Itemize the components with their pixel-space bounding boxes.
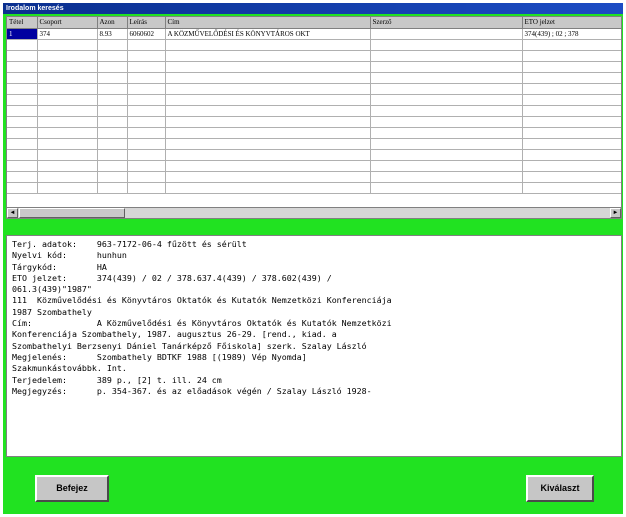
- table-cell[interactable]: 374: [37, 28, 98, 40]
- scroll-right-icon[interactable]: ►: [610, 208, 621, 218]
- table-header-row: Tétel Csoport Azon Leírás Cím Szerző ETO…: [7, 17, 621, 29]
- table-row[interactable]: [7, 72, 621, 84]
- select-button[interactable]: Kiválaszt: [526, 475, 594, 502]
- table-cell[interactable]: A KÖZMŰVELŐDÉSI ÉS KÖNYVTÁROS OKT: [165, 28, 371, 40]
- table-row[interactable]: 1 374 8.93 6060602 A KÖZMŰVELŐDÉSI ÉS KÖ…: [7, 28, 621, 40]
- col-header-eto[interactable]: ETO jelzet: [522, 17, 621, 29]
- table-row[interactable]: [7, 116, 621, 128]
- col-header-cim[interactable]: Cím: [165, 17, 371, 29]
- table-row[interactable]: [7, 127, 621, 139]
- detail-line: Szombathelyi Berzsenyi Dániel Tanárképző…: [12, 340, 367, 351]
- detail-line: Konferenciája Szombathely, 1987. auguszt…: [12, 329, 337, 340]
- finish-button[interactable]: Befejez: [35, 475, 109, 502]
- detail-line: Szakmunkástovábbk. Int.: [12, 363, 127, 374]
- table-cell[interactable]: 6060602: [127, 28, 166, 40]
- detail-line: 111 Közművelődési és Könyvtáros Oktatók …: [12, 295, 392, 306]
- table-row[interactable]: [7, 182, 621, 194]
- record-details[interactable]: Terj. adatok: 963-7172-06-4 fűzött és sé…: [6, 235, 622, 457]
- table-row[interactable]: [7, 61, 621, 73]
- table-row[interactable]: [7, 105, 621, 117]
- table-cell[interactable]: 374(439) ; 02 ; 378: [522, 28, 621, 40]
- horizontal-scrollbar[interactable]: ◄ ►: [6, 207, 622, 219]
- results-grid[interactable]: Tétel Csoport Azon Leírás Cím Szerző ETO…: [6, 16, 622, 219]
- app-window: Irodalom keresés Tétel Csoport Azon Leír…: [3, 3, 623, 514]
- detail-line: Cím: A Közművelődési és Könyvtáros Oktat…: [12, 318, 392, 329]
- col-header-csoport[interactable]: Csoport: [37, 17, 98, 29]
- detail-line: Nyelvi kód: hunhun: [12, 250, 127, 261]
- detail-line: 061.3(439)"1987": [12, 284, 92, 295]
- table-cell[interactable]: 1: [7, 28, 38, 40]
- detail-line: Terj. adatok: 963-7172-06-4 fűzött és sé…: [12, 239, 247, 249]
- table-cell[interactable]: [370, 28, 523, 40]
- table-row[interactable]: [7, 160, 621, 172]
- table-row[interactable]: [7, 39, 621, 51]
- results-table[interactable]: Tétel Csoport Azon Leírás Cím Szerző ETO…: [7, 17, 621, 194]
- col-header-leiras[interactable]: Leírás: [127, 17, 166, 29]
- scroll-thumb[interactable]: [19, 208, 125, 218]
- col-header-szerzo[interactable]: Szerző: [370, 17, 523, 29]
- detail-line: Terjedelem: 389 p., [2] t. ill. 24 cm: [12, 374, 222, 385]
- table-row[interactable]: [7, 171, 621, 183]
- table-row[interactable]: [7, 149, 621, 161]
- table-cell[interactable]: 8.93: [97, 28, 128, 40]
- detail-line: Megjelenés: Szombathely BDTKF 1988 [(198…: [12, 351, 307, 362]
- detail-line: Megjegyzés: p. 354-367. és az előadások …: [12, 385, 372, 396]
- col-header-azon[interactable]: Azon: [97, 17, 128, 29]
- detail-line: ETO jelzet: 374(439) / 02 / 378.637.4(43…: [12, 272, 332, 283]
- table-row[interactable]: [7, 50, 621, 62]
- col-header-tetel[interactable]: Tétel: [7, 17, 38, 29]
- table-row[interactable]: [7, 83, 621, 95]
- table-row[interactable]: [7, 138, 621, 150]
- window-title: Irodalom keresés: [3, 3, 623, 14]
- scroll-left-icon[interactable]: ◄: [7, 208, 18, 218]
- detail-line: Tárgykód: HA: [12, 261, 107, 272]
- table-row[interactable]: [7, 94, 621, 106]
- detail-line: 1987 Szombathely: [12, 306, 92, 317]
